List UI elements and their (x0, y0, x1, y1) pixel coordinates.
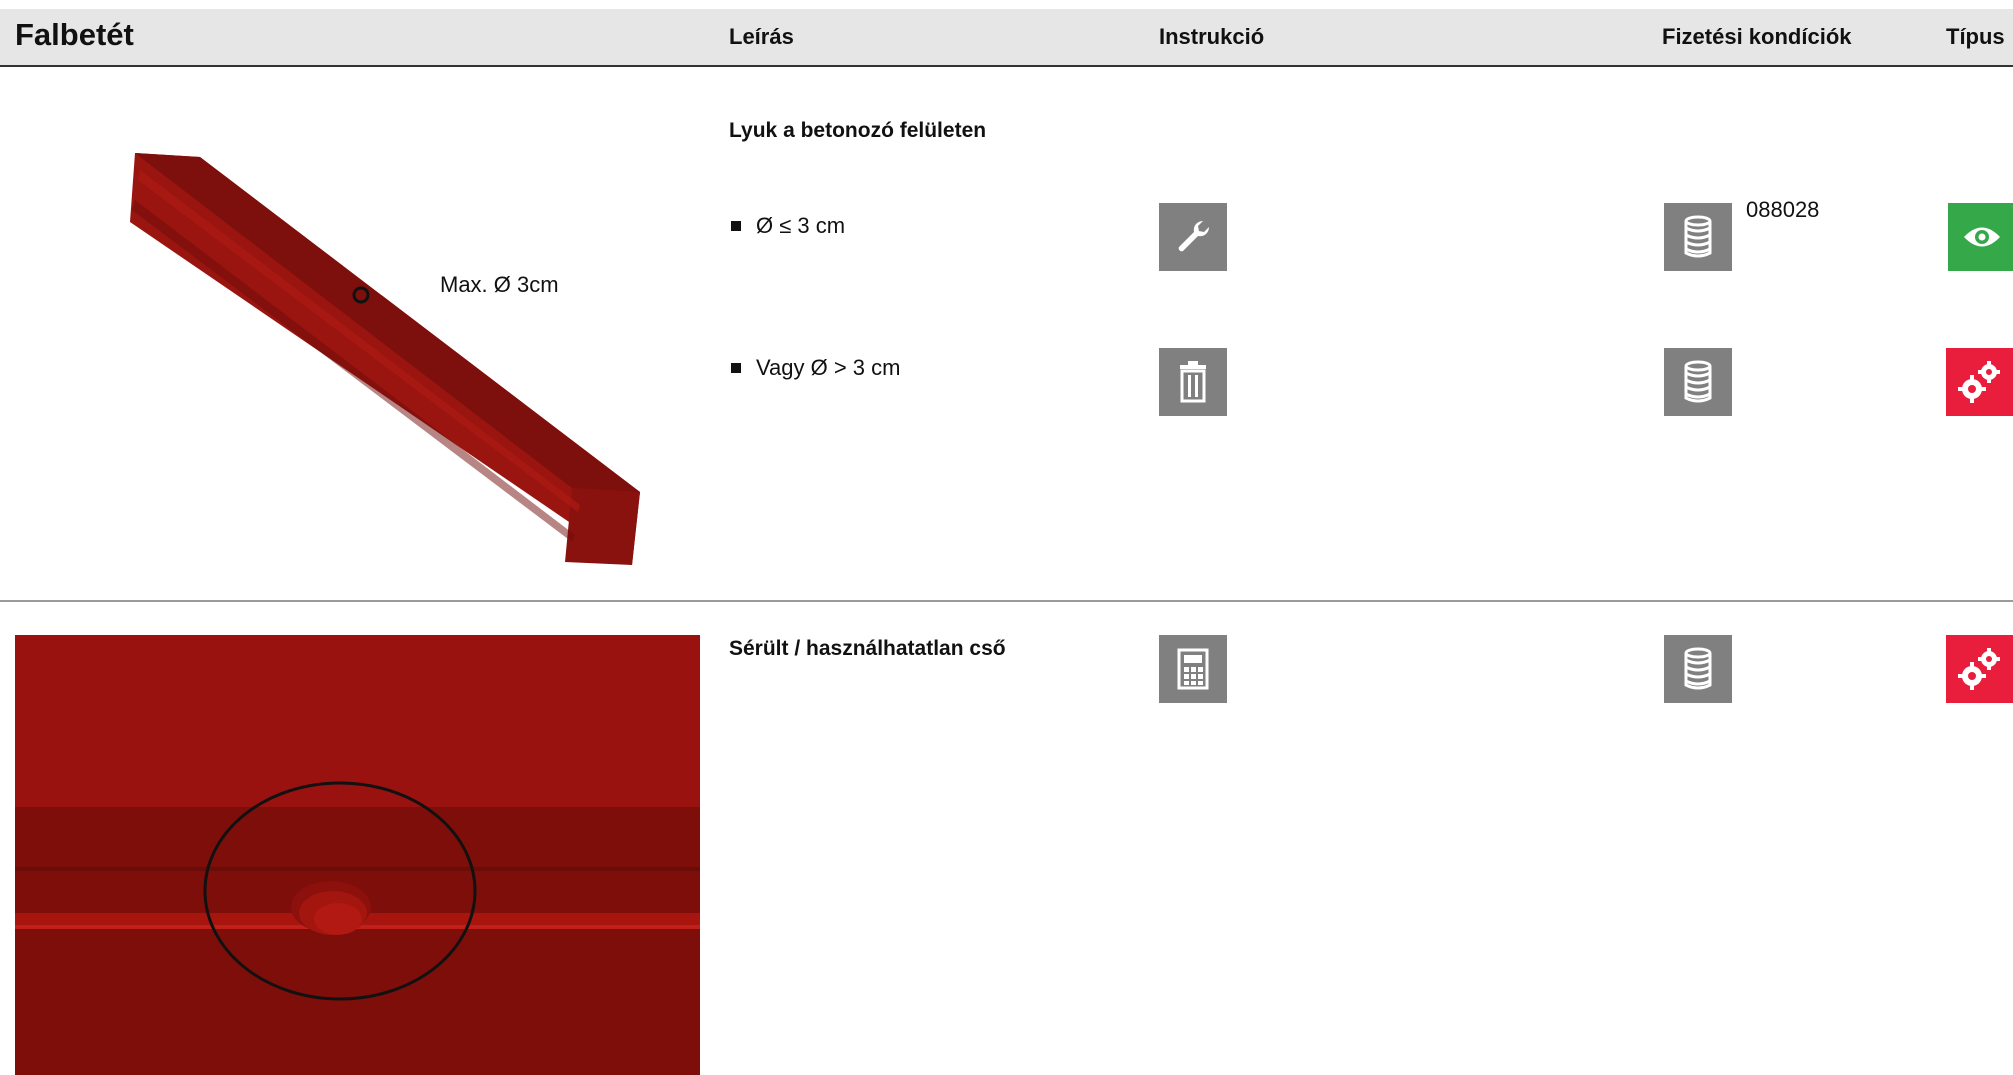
bullet-icon (731, 221, 741, 231)
column-header-instruction: Instrukció (1159, 24, 1265, 49)
coins-icon[interactable] (1664, 635, 1732, 703)
bullet-icon (731, 363, 741, 373)
coins-icon[interactable] (1664, 203, 1732, 271)
row2-title: Sérült / használhatatlan cső (729, 637, 1006, 660)
column-header-type: Típus (1946, 24, 2005, 49)
pipe-closeup-illustration (15, 635, 700, 1075)
trash-icon[interactable] (1159, 348, 1227, 416)
wrench-icon[interactable] (1159, 203, 1227, 271)
column-header-payment: Fizetési kondíciók (1662, 24, 1852, 49)
column-header-description: Leírás (729, 24, 794, 49)
calculator-icon[interactable] (1159, 635, 1227, 703)
table-header: Falbetét Leírás Instrukció Fizetési kond… (0, 9, 2013, 67)
row1-title: Lyuk a betonozó felületen (729, 119, 987, 142)
item2-label: Vagy Ø > 3 cm (756, 355, 901, 380)
coins-icon[interactable] (1664, 348, 1732, 416)
profile-illustration (130, 153, 640, 565)
row-divider (0, 600, 2013, 602)
item1-label: Ø ≤ 3 cm (756, 213, 846, 238)
payment-code: 088028 (1746, 197, 1820, 222)
page-title: Falbetét (15, 17, 134, 52)
max-diameter-label: Max. Ø 3cm (440, 272, 559, 297)
gears-icon[interactable] (1946, 635, 2013, 703)
eye-icon[interactable] (1948, 203, 2013, 271)
gears-icon[interactable] (1946, 348, 2013, 416)
